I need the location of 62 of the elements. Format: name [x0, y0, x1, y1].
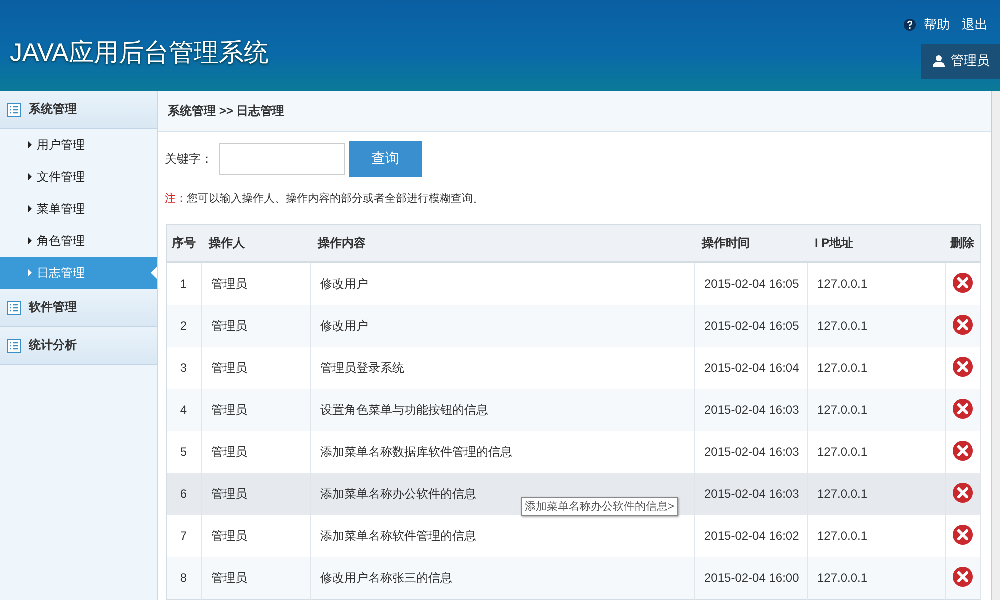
delete-icon[interactable] [952, 440, 973, 460]
table-cell: 2015-02-04 16:00 [694, 557, 807, 600]
delete-icon[interactable] [952, 314, 973, 334]
list-icon [7, 300, 21, 314]
column-header: 操作时间 [694, 224, 807, 262]
user-button[interactable]: 管理员 [921, 44, 1000, 79]
table-cell: 8 [166, 557, 201, 600]
header-link[interactable]: 退出 [962, 16, 988, 34]
delete-icon[interactable] [952, 356, 973, 376]
table-cell: 127.0.0.1 [807, 389, 945, 431]
list-icon [7, 338, 21, 352]
delete-icon[interactable] [952, 272, 973, 292]
sidebar-item[interactable]: 文件管理 [0, 161, 157, 193]
column-header: I P地址 [807, 224, 945, 262]
table-cell: 管理员 [201, 473, 310, 515]
delete-icon[interactable] [952, 398, 973, 418]
table-cell: 修改用户 [310, 305, 694, 347]
table-cell: 127.0.0.1 [807, 305, 945, 347]
table-cell: 管理员 [201, 389, 310, 431]
caret-icon [28, 237, 32, 245]
table-cell: 4 [166, 389, 201, 431]
table-cell: 设置角色菜单与功能按钮的信息 [310, 389, 694, 431]
caret-icon [28, 173, 32, 181]
caret-icon [28, 141, 32, 149]
table-cell: 6 [166, 473, 201, 515]
tooltip: 添加菜单名称办公软件的信息> [521, 497, 678, 516]
table-cell: 127.0.0.1 [807, 473, 945, 515]
caret-icon [28, 269, 32, 277]
column-header: 操作人 [201, 224, 310, 262]
keyword-field[interactable] [219, 143, 345, 175]
delete-icon[interactable] [952, 482, 973, 502]
column-header: 删除 [945, 224, 980, 262]
table-cell: 2 [166, 305, 201, 347]
user-icon [933, 55, 945, 67]
scrollbar[interactable] [991, 91, 1000, 600]
sidebar-group[interactable]: 软件管理 [0, 289, 157, 327]
header-link[interactable]: 帮助 [924, 16, 950, 34]
sidebar-item[interactable]: 角色管理 [0, 225, 157, 257]
list-icon [7, 102, 21, 116]
sidebar-item[interactable]: 菜单管理 [0, 193, 157, 225]
table-cell: 2015-02-04 16:03 [694, 389, 807, 431]
table-cell: 修改用户名称张三的信息 [310, 557, 694, 600]
search-button[interactable]: 查询 [349, 141, 422, 177]
delete-icon[interactable] [952, 566, 973, 586]
caret-icon [28, 205, 32, 213]
delete-icon[interactable] [952, 524, 973, 544]
table-cell: 2015-02-04 16:05 [694, 305, 807, 347]
keyword-label: 关键字： [165, 150, 213, 168]
table-cell: 127.0.0.1 [807, 557, 945, 600]
app-title: JAVA应用后台管理系统 [10, 38, 269, 69]
table-cell: 管理员 [201, 305, 310, 347]
table-cell: 管理员 [201, 557, 310, 600]
help-icon [904, 19, 916, 31]
user-name: 管理员 [951, 52, 990, 70]
note-text: 注：您可以输入操作人、操作内容的部分或者全部进行模糊查询。 [164, 192, 485, 206]
sidebar-item[interactable]: 用户管理 [0, 129, 157, 161]
sidebar-group[interactable]: 系统管理 [0, 91, 157, 129]
column-header: 操作内容 [310, 224, 694, 262]
breadcrumb: 系统管理 >> 日志管理 [158, 91, 991, 132]
column-header: 序号 [166, 224, 201, 262]
table-cell: 2015-02-04 16:03 [694, 473, 807, 515]
sidebar-group[interactable]: 统计分析 [0, 327, 157, 365]
